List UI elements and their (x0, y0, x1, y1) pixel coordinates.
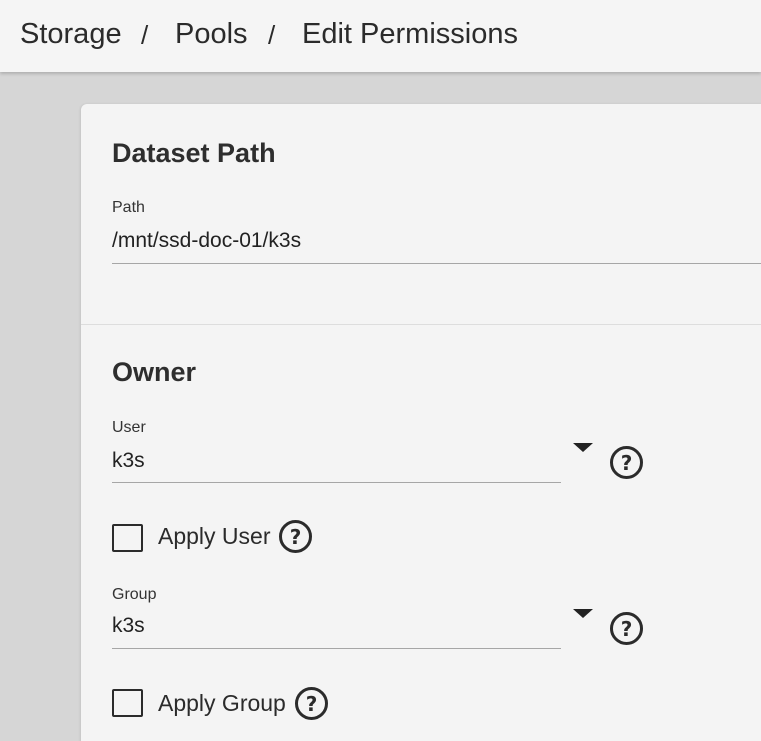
breadcrumb-edit-permissions: Edit Permissions (302, 18, 518, 50)
user-dropdown-caret-icon[interactable] (573, 443, 593, 452)
user-label: User (112, 419, 146, 436)
breadcrumb-pools[interactable]: Pools (175, 18, 248, 51)
section-divider (81, 324, 761, 325)
breadcrumb: Storage / Pools / Edit Permissions (0, 0, 761, 72)
apply-group-checkbox[interactable] (112, 689, 143, 717)
group-label: Group (112, 586, 157, 603)
path-field-underline (112, 263, 761, 264)
group-dropdown-caret-icon[interactable] (573, 609, 593, 618)
apply-user-label[interactable]: Apply User (158, 523, 270, 550)
breadcrumb-separator: / (141, 20, 149, 50)
user-select-underline (112, 482, 561, 483)
path-label: Path (112, 199, 145, 216)
user-help-icon[interactable]: ? (610, 446, 643, 479)
apply-group-label[interactable]: Apply Group (158, 690, 286, 717)
breadcrumb-separator: / (268, 20, 276, 50)
permissions-card: Dataset Path Path /mnt/ssd-doc-01/k3s Ow… (81, 104, 761, 741)
breadcrumb-storage[interactable]: Storage (20, 18, 122, 51)
group-select-underline (112, 648, 561, 649)
dataset-path-heading: Dataset Path (112, 138, 276, 168)
apply-user-checkbox[interactable] (112, 524, 143, 552)
user-select[interactable]: k3s (112, 449, 145, 473)
apply-group-help-icon[interactable]: ? (295, 687, 328, 720)
path-field: /mnt/ssd-doc-01/k3s (112, 229, 302, 252)
group-select[interactable]: k3s (112, 614, 145, 638)
owner-heading: Owner (112, 357, 197, 387)
apply-user-help-icon[interactable]: ? (279, 520, 312, 553)
group-help-icon[interactable]: ? (610, 612, 643, 645)
